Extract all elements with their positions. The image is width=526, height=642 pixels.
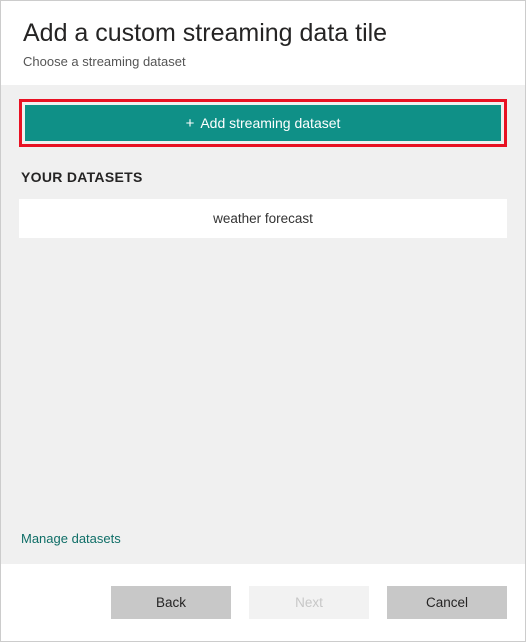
manage-datasets-link[interactable]: Manage datasets [21, 531, 121, 546]
dialog-title: Add a custom streaming data tile [23, 19, 503, 48]
back-button[interactable]: Back [111, 586, 231, 619]
cancel-button[interactable]: Cancel [387, 586, 507, 619]
content-area: + Add streaming dataset YOUR DATASETS we… [1, 85, 525, 564]
dialog-subtitle: Choose a streaming dataset [23, 54, 503, 69]
add-streaming-dataset-button[interactable]: + Add streaming dataset [25, 105, 501, 141]
next-button: Next [249, 586, 369, 619]
dataset-item-label: weather forecast [213, 211, 313, 226]
add-button-label: Add streaming dataset [200, 115, 340, 131]
dialog-header: Add a custom streaming data tile Choose … [1, 1, 525, 85]
your-datasets-heading: YOUR DATASETS [21, 169, 507, 185]
plus-icon: + [186, 116, 195, 131]
dataset-item[interactable]: weather forecast [19, 199, 507, 238]
add-button-highlight: + Add streaming dataset [19, 99, 507, 147]
dialog-footer: Back Next Cancel [1, 564, 525, 641]
